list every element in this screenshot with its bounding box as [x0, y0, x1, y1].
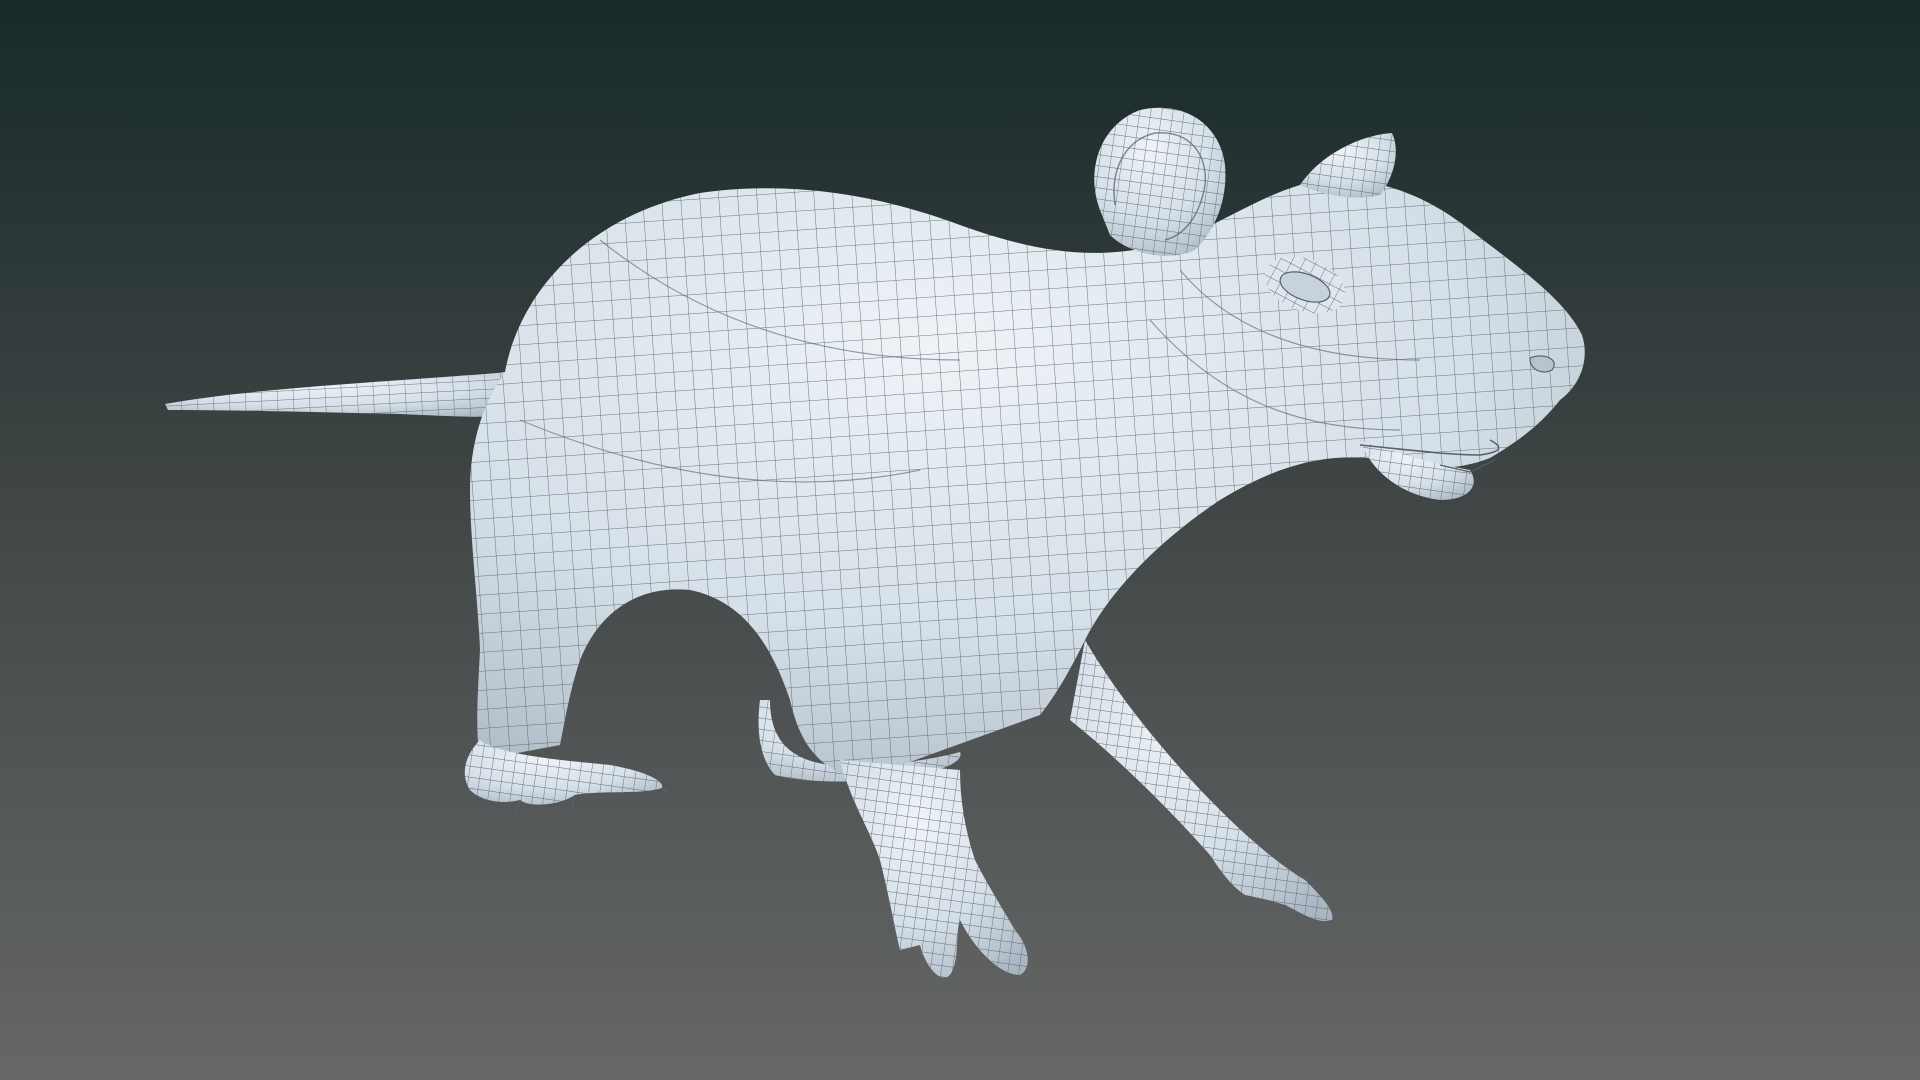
3d-viewport[interactable] [0, 0, 1920, 1080]
viewport-canvas [0, 0, 1920, 1080]
rat-ear-near [1094, 107, 1226, 256]
